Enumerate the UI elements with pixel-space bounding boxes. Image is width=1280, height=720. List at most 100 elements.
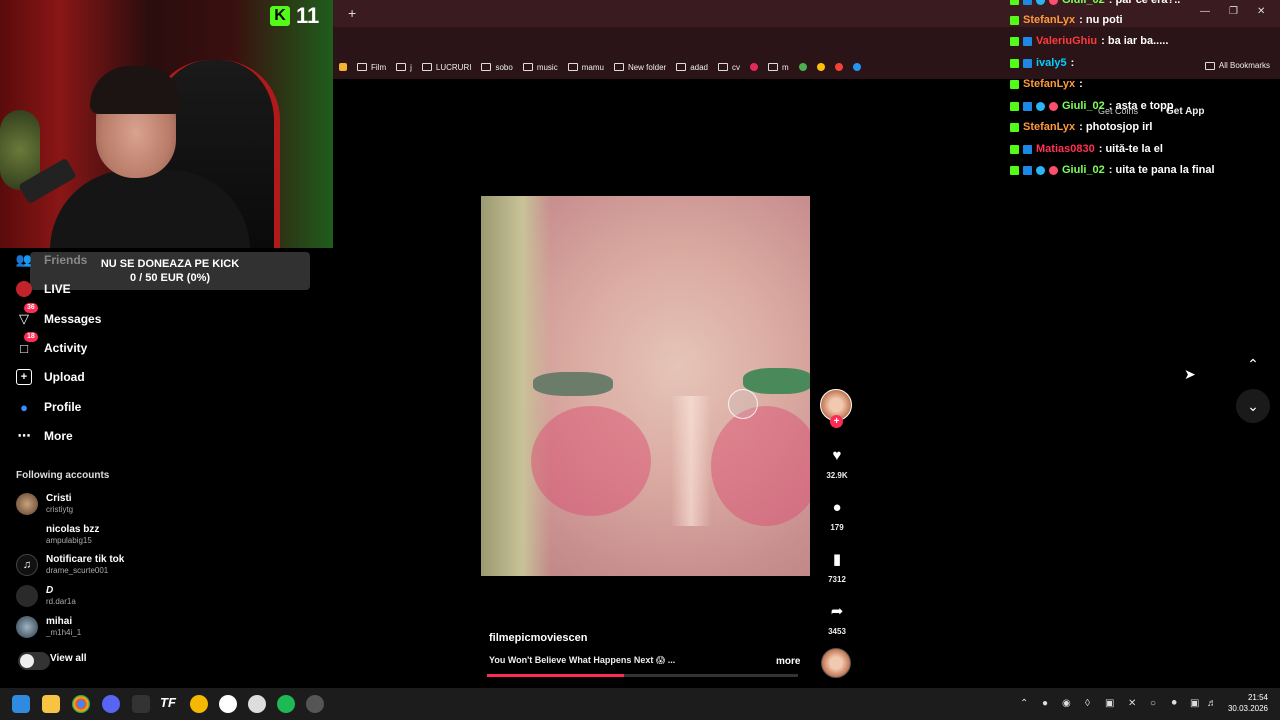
share-button[interactable]: ➦ 3453 — [821, 602, 853, 636]
sidebar-item-friends[interactable]: 👥 Friends — [16, 252, 87, 268]
minimize-icon[interactable]: — — [1200, 6, 1210, 17]
volume-icon[interactable]: ♬ — [1207, 698, 1217, 709]
following-account[interactable]: Cristi cristiytg — [16, 493, 73, 515]
share-icon: ➦ — [830, 603, 844, 620]
chat-text: : — [1070, 57, 1075, 69]
google-icon[interactable] — [219, 695, 237, 713]
activity-icon: □ 18 — [16, 332, 38, 356]
video-cheek-left — [531, 406, 651, 516]
chat-message: Giuli_02: asta e topp — [1010, 100, 1174, 112]
sidebar-item-live[interactable]: LIVE — [16, 281, 71, 297]
share-count: 3453 — [828, 627, 846, 636]
tray-app-icon[interactable]: ▣ — [1105, 698, 1114, 709]
bookmark-folder[interactable]: Film — [357, 63, 386, 72]
view-all-link[interactable]: View all — [50, 653, 87, 664]
bookmark-folder[interactable]: adad — [676, 63, 708, 72]
tray-app-icon[interactable]: ✕ — [1128, 698, 1136, 709]
chat-text: : — [1079, 78, 1083, 90]
following-account[interactable]: ♫ Notificare tik tok drame_scurte001 — [16, 554, 124, 576]
following-account[interactable]: mihai _m1h4i_1 — [16, 616, 81, 638]
microphone-icon[interactable]: ⚫ — [1170, 698, 1178, 709]
tray-discord-icon[interactable]: ◉ — [1062, 698, 1071, 709]
coin-app-icon[interactable] — [190, 695, 208, 713]
tray-app-icon[interactable]: ○ — [1150, 698, 1156, 709]
bookmark-app-icon[interactable] — [834, 63, 843, 71]
activity-badge: 18 — [24, 332, 38, 342]
sidebar-item-activity[interactable]: □ 18 Activity — [16, 332, 87, 356]
touch-cursor-indicator — [728, 389, 758, 419]
kick-badge-icon — [1010, 144, 1019, 154]
follow-plus-button[interactable]: + — [830, 415, 843, 428]
windows-start-icon[interactable] — [12, 695, 30, 713]
spotify-icon[interactable] — [277, 695, 295, 713]
chat-message: Giuli_02: par ce era?.. — [1010, 0, 1180, 6]
video-username[interactable]: filmepicmoviescen — [489, 632, 587, 644]
chat-username: Giuli_02 — [1062, 164, 1105, 176]
sidebar-item-more[interactable]: ⋯ More — [16, 428, 73, 444]
bookmark-folder[interactable]: m — [767, 63, 789, 72]
folder-icon — [767, 63, 778, 71]
bookmark-app-icon[interactable] — [339, 63, 347, 71]
all-bookmarks-button[interactable]: All Bookmarks — [1204, 61, 1270, 70]
chat-text: : photosjop irl — [1079, 121, 1153, 133]
bookmark-folder[interactable]: cv — [717, 63, 740, 72]
bookmark-app-icon[interactable] — [798, 63, 807, 71]
comment-button[interactable]: ● 179 — [821, 498, 853, 532]
chat-username: Giuli_02 — [1062, 100, 1105, 112]
save-button[interactable]: ▮ 7312 — [821, 550, 853, 584]
restore-icon[interactable]: ❐ — [1229, 6, 1238, 17]
bookmark-folder[interactable]: LUCRURI — [421, 63, 471, 72]
new-tab-button[interactable]: + — [348, 5, 356, 21]
friends-icon: 👥 — [15, 252, 33, 267]
kick-badge-icon — [1010, 165, 1019, 175]
bookmark-folder[interactable]: sobo — [481, 63, 513, 72]
following-account[interactable]: Drd.dar1a — [16, 585, 76, 607]
chrome-icon[interactable] — [72, 695, 90, 713]
like-button[interactable]: ♥ 32.9K — [821, 446, 853, 480]
chat-text: : uită-te la el — [1098, 143, 1163, 155]
close-icon[interactable]: ✕ — [1257, 6, 1265, 17]
verified-badge-icon — [1023, 144, 1032, 154]
previous-video-button[interactable]: ⌃ — [1236, 347, 1270, 381]
network-icon[interactable]: ▣ — [1190, 698, 1199, 709]
bookmark-folder[interactable]: music — [522, 63, 558, 72]
sub-badge-icon — [1036, 0, 1045, 5]
bookmark-app-icon[interactable] — [749, 63, 758, 71]
sub-badge-icon — [1036, 101, 1045, 111]
live-icon — [16, 281, 32, 297]
chat-text: : ba iar ba..... — [1101, 35, 1169, 47]
following-account[interactable]: nicolas bzz ampulabig15 — [16, 524, 99, 546]
bookmark-app-icon[interactable] — [852, 63, 861, 71]
file-explorer-icon[interactable] — [42, 695, 60, 713]
sidebar-item-messages[interactable]: ▽ 36 Messages — [16, 303, 101, 327]
caption-more-button[interactable]: more — [776, 656, 800, 667]
app-icon[interactable] — [306, 695, 324, 713]
app-icon[interactable] — [132, 695, 150, 713]
bookmark-folder[interactable]: New folder — [613, 63, 666, 72]
chat-username: Matias0830 — [1036, 143, 1095, 155]
sidebar-item-label: Upload — [44, 370, 85, 384]
bookmark-folder[interactable]: mamu — [567, 63, 604, 72]
tray-overflow-icon[interactable]: ⌃ — [1020, 698, 1028, 709]
system-clock[interactable]: 21:54 30.03.2026 — [1228, 692, 1268, 714]
kick-badge-icon — [1010, 122, 1019, 132]
video-player[interactable] — [481, 196, 810, 576]
theme-toggle[interactable] — [18, 652, 50, 670]
sidebar-item-upload[interactable]: + Upload — [16, 369, 85, 385]
discord-icon[interactable] — [102, 695, 120, 713]
bookmark-label: adad — [690, 62, 708, 72]
bluetooth-icon[interactable]: ◊ — [1085, 698, 1090, 709]
app-icon[interactable] — [248, 695, 266, 713]
video-progress-bar[interactable] — [487, 674, 798, 677]
tf-app-icon[interactable]: TF — [160, 695, 178, 713]
sidebar-item-label: More — [44, 429, 73, 443]
gift-badge-icon — [1049, 0, 1058, 5]
next-video-button[interactable]: ⌄ — [1236, 389, 1270, 423]
bookmark-app-icon[interactable] — [816, 63, 825, 71]
clock-time: 21:54 — [1247, 693, 1268, 702]
sidebar-item-profile[interactable]: ● Profile — [16, 399, 81, 415]
gift-badge-icon — [1049, 101, 1058, 111]
bookmark-folder[interactable]: j — [396, 63, 412, 72]
tray-app-icon[interactable]: ● — [1042, 698, 1048, 709]
music-disc[interactable] — [821, 648, 851, 678]
